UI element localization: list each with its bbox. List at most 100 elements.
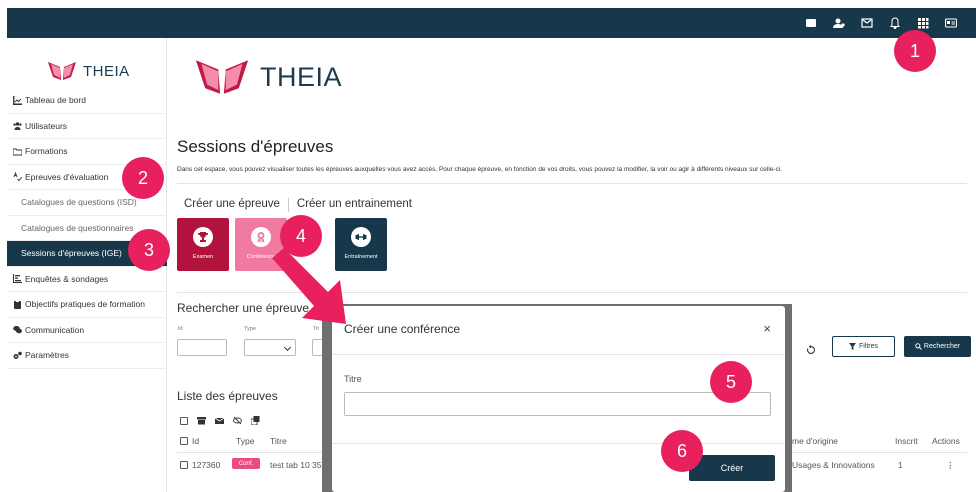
column-header-titre[interactable]: Titre xyxy=(270,436,287,446)
create-conference-modal: Créer une conférence × Titre Créer xyxy=(332,306,785,492)
row-actions-menu-icon[interactable]: ⋮ xyxy=(946,460,955,471)
column-header-inscrit[interactable]: Inscrit xyxy=(895,436,918,446)
row-id: 127360 xyxy=(192,460,221,470)
tile-icon-circle xyxy=(351,227,371,247)
close-icon[interactable]: × xyxy=(763,321,771,336)
sidebar-item-utilisateurs[interactable]: Utilisateurs xyxy=(7,114,167,139)
step-callout-2: 2 xyxy=(122,157,164,199)
titre-input[interactable] xyxy=(344,392,771,416)
sidebar-item-parametres[interactable]: Paramètres xyxy=(7,343,167,369)
filters-button-label: Filtres xyxy=(858,343,879,350)
titre-label: Titre xyxy=(344,374,362,384)
sidebar-item-label: Tableau de bord xyxy=(25,95,86,106)
user-gear-icon[interactable] xyxy=(832,16,846,30)
sidebar-item-label: Catalogues de questionnaires xyxy=(21,222,134,233)
list-toolbar xyxy=(180,416,260,425)
search-button[interactable]: Rechercher xyxy=(904,336,971,357)
grid-icon[interactable] xyxy=(916,16,930,30)
sidebar-brand: THEIA xyxy=(83,62,130,80)
reset-icon[interactable] xyxy=(806,342,818,354)
table-cell-origin: Usages & Innovations xyxy=(792,460,875,470)
step-callout-5: 5 xyxy=(710,361,752,403)
tile-label: Examen xyxy=(192,254,214,260)
trophy-icon xyxy=(198,232,208,242)
sidebar-item-label: Communication xyxy=(25,324,85,335)
top-bar-icons xyxy=(804,8,958,38)
sidebar-item-objectifs[interactable]: Objectifs pratiques de formation xyxy=(7,292,167,318)
column-header-label: Id xyxy=(192,436,200,446)
dumbbell-icon xyxy=(355,234,367,240)
sidebar-logo[interactable]: THEIA xyxy=(47,60,130,82)
filter-id-label: Id xyxy=(178,326,183,332)
create-button[interactable]: Créer xyxy=(689,455,775,481)
tile-examen[interactable]: Examen xyxy=(177,218,229,271)
sidebar-nav: Tableau de bord Utilisateurs Formations … xyxy=(7,88,167,369)
spellcheck-icon xyxy=(13,172,22,182)
header-checkbox[interactable] xyxy=(180,437,188,445)
table-cell-title[interactable]: test tab 10 35 xyxy=(270,460,322,470)
create-tabs: Créer une épreuve Créer un entrainement xyxy=(184,198,412,212)
book-icon[interactable] xyxy=(804,16,818,30)
sidebar-item-label: Objectifs pratiques de formation xyxy=(25,299,146,310)
main-brand: THEIA xyxy=(260,61,343,92)
tab-creer-epreuve[interactable]: Créer une épreuve xyxy=(184,198,280,212)
sidebar-item-tableau-de-bord[interactable]: Tableau de bord xyxy=(7,88,167,114)
column-header-id[interactable]: Id xyxy=(180,436,199,446)
column-header-origine[interactable]: me d'origine xyxy=(792,436,838,446)
sidebar-item-label: Catalogues de questions (ISD) xyxy=(21,197,137,208)
sidebar-item-label: Utilisateurs xyxy=(25,120,68,131)
tab-creer-entrainement[interactable]: Créer un entrainement xyxy=(297,198,412,212)
filter-type-label: Type xyxy=(244,326,256,332)
tile-icon-circle xyxy=(193,227,213,247)
annotation-arrow-icon xyxy=(272,248,346,324)
filters-button[interactable]: Filtres xyxy=(832,336,895,357)
type-badge: Conf. xyxy=(232,458,260,469)
folders-icon xyxy=(13,147,22,156)
table-cell-inscrit: 1 xyxy=(898,460,903,470)
sidebar-item-label: Formations xyxy=(25,146,68,157)
step-callout-4: 4 xyxy=(280,215,322,257)
search-icon xyxy=(915,343,922,350)
theia-logo-icon xyxy=(48,62,76,80)
poll-icon xyxy=(13,274,22,284)
tile-icon-circle xyxy=(251,227,271,247)
id-card-icon[interactable] xyxy=(944,16,958,30)
column-header-type[interactable]: Type xyxy=(236,436,254,446)
divider xyxy=(332,443,785,444)
comments-icon xyxy=(13,325,22,334)
sidebar-item-label: Sessions d'épreuves (IGE) xyxy=(21,248,122,259)
chart-line-icon xyxy=(13,95,22,105)
filter-icon xyxy=(848,343,856,350)
filter-type-select[interactable] xyxy=(244,339,296,356)
page-description: Dans cet espace, vous pouvez visualiser … xyxy=(177,166,783,173)
filter-id-input[interactable] xyxy=(177,339,227,356)
page-title: Sessions d'épreuves xyxy=(177,137,334,156)
copy-icon[interactable] xyxy=(251,416,260,425)
step-callout-3: 3 xyxy=(128,229,170,271)
sidebar-item-label: Paramètres xyxy=(25,350,69,361)
top-bar xyxy=(7,8,976,38)
cogs-icon xyxy=(13,351,22,360)
step-callout-6: 6 xyxy=(661,430,703,472)
mail-bulk-icon[interactable] xyxy=(215,416,224,425)
step-callout-1: 1 xyxy=(894,30,936,72)
divider xyxy=(177,183,967,184)
theia-logo-icon xyxy=(195,60,249,94)
archive-icon[interactable] xyxy=(197,416,206,425)
bell-icon[interactable] xyxy=(888,16,902,30)
main-logo: THEIA xyxy=(194,56,342,98)
list-section-title: Liste des épreuves xyxy=(177,389,278,403)
sidebar-item-label: Epreuves d'évaluation xyxy=(25,171,109,182)
column-header-actions: Actions xyxy=(932,436,960,446)
row-checkbox[interactable] xyxy=(180,461,188,469)
tab-separator xyxy=(287,198,289,212)
divider xyxy=(332,354,785,355)
table-cell-id: 127360 xyxy=(180,460,220,470)
mail-icon[interactable] xyxy=(860,16,874,30)
users-icon xyxy=(13,121,22,131)
select-all-checkbox[interactable] xyxy=(180,416,188,425)
award-icon xyxy=(257,232,265,243)
sidebar-item-communication[interactable]: Communication xyxy=(7,318,167,343)
eye-slash-icon[interactable] xyxy=(233,416,242,425)
sidebar-item-label: Enquêtes & sondages xyxy=(25,273,109,284)
